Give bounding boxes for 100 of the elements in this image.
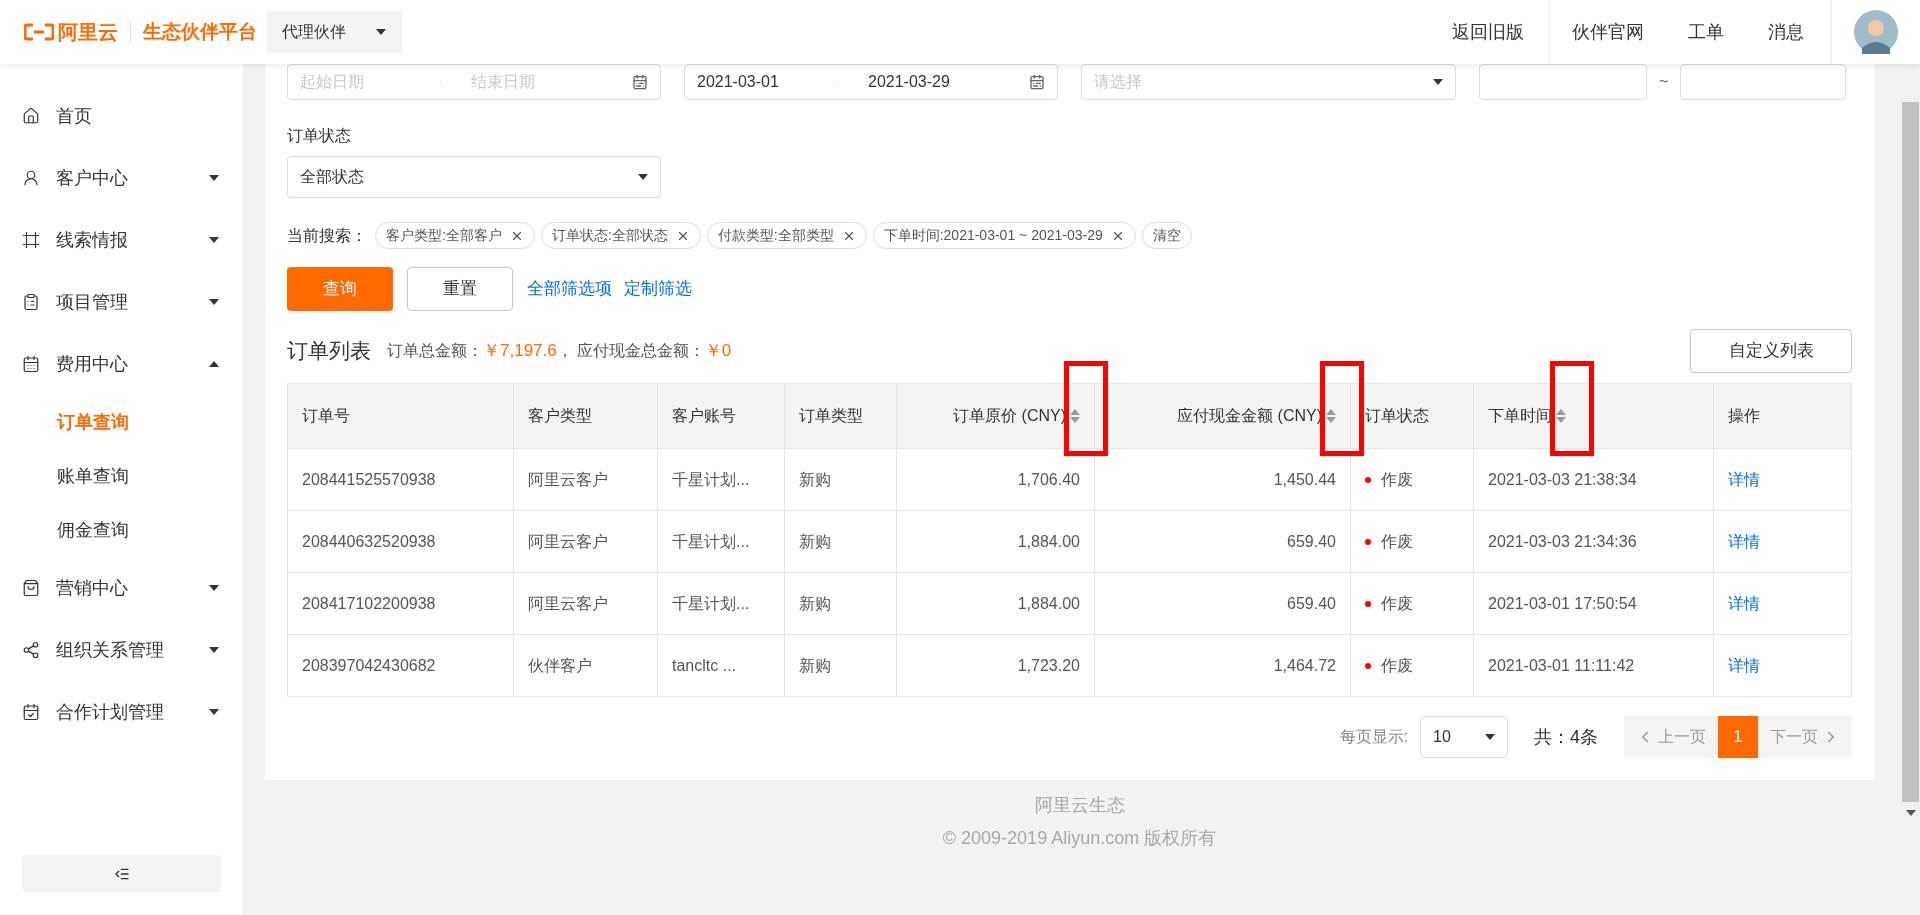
column-header[interactable]: 订单原价 (CNY) — [896, 383, 1095, 449]
sidebar-item[interactable]: 合作计划管理 — [0, 681, 243, 743]
sidebar-item[interactable]: 组织关系管理 — [0, 619, 243, 681]
table-cell: 1,464.72 — [1094, 634, 1351, 697]
total-label: 应付现金总金额： — [576, 341, 705, 361]
calendar-icon[interactable] — [1029, 74, 1045, 90]
table-cell: 659.40 — [1094, 572, 1351, 635]
section-title: 订单列表 — [287, 338, 371, 365]
avatar[interactable] — [1854, 10, 1898, 54]
sidebar-subitem[interactable]: 佣金查询 — [0, 503, 243, 557]
table-cell: 2021-03-03 21:34:36 — [1473, 510, 1714, 573]
sidebar-subitem[interactable]: 账单查询 — [0, 449, 243, 503]
end-date-input[interactable]: 2021-03-29 — [868, 73, 950, 90]
field-label: 订单状态 — [287, 126, 352, 146]
column-header[interactable]: 下单时间 — [1473, 383, 1714, 449]
sort-icon[interactable] — [1326, 409, 1336, 423]
start-date-input[interactable]: 2021-03-01 — [697, 73, 779, 90]
caret-down-icon — [209, 237, 219, 243]
filter-tag[interactable]: 客户类型:全部客户 — [375, 222, 535, 249]
table-cell: 新购 — [784, 634, 897, 697]
table-cell: 伙伴客户 — [513, 634, 658, 697]
header-link[interactable]: 返回旧版 — [1428, 18, 1548, 46]
range-min-input[interactable] — [1479, 64, 1647, 100]
table-cell: 千星计划... — [657, 448, 785, 511]
total-separator: ， — [556, 341, 573, 361]
column-header: 操作 — [1713, 383, 1852, 449]
customize-columns-button[interactable]: 自定义列表 — [1690, 329, 1852, 373]
reset-button[interactable]: 重置 — [407, 267, 513, 311]
sidebar-item[interactable]: 费用中心 — [0, 333, 243, 395]
list-icon — [22, 293, 40, 311]
column-header: 订单状态 — [1350, 383, 1474, 449]
table-cell: 2021-03-01 11:11:42 — [1473, 634, 1714, 697]
logo-icon — [24, 23, 54, 41]
caret-down-icon — [209, 175, 219, 181]
platform-title: 生态伙伴平台 — [143, 19, 257, 44]
status-select[interactable]: 全部状态 — [287, 156, 661, 198]
home-icon — [22, 107, 40, 125]
status-text: 作废 — [1381, 655, 1413, 676]
sidebar-item[interactable]: 营销中心 — [0, 557, 243, 619]
caret-up-icon — [209, 361, 219, 367]
filter-link[interactable]: 全部筛选项 — [527, 276, 612, 302]
column-header[interactable]: 应付现金金额 (CNY) — [1094, 383, 1351, 449]
footer-text: 阿里云生态 — [1034, 794, 1125, 817]
caret-down-icon — [209, 585, 219, 591]
calendar-check-icon — [22, 703, 40, 721]
header-link[interactable]: 消息 — [1746, 18, 1826, 46]
range-max-input[interactable] — [1680, 64, 1847, 100]
caret-down-icon — [638, 174, 648, 180]
page-size-label: 每页显示: — [1339, 727, 1408, 747]
table-cell: tancltc ... — [657, 634, 785, 697]
role-select[interactable]: 代理伙伴 — [266, 11, 402, 53]
sidebar-item[interactable]: 线索情报 — [0, 209, 243, 271]
details-link[interactable]: 详情 — [1713, 448, 1852, 511]
sort-icon[interactable] — [1556, 409, 1566, 423]
status-text: 作废 — [1381, 593, 1413, 614]
table-cell: 208440632520938 — [287, 510, 514, 573]
table-cell: 2021-03-03 21:38:34 — [1473, 448, 1714, 511]
caret-down-icon — [209, 709, 219, 715]
status-text: 作废 — [1381, 469, 1413, 490]
table-cell: 千星计划... — [657, 510, 785, 573]
total-value: ￥7,197.6 — [483, 340, 557, 363]
frame-icon — [22, 231, 40, 249]
header-link[interactable]: 工单 — [1666, 18, 1746, 46]
current-search-label: 当前搜索： — [287, 225, 367, 246]
page-size-select[interactable]: 10 — [1420, 716, 1508, 758]
sidebar-item[interactable]: 首页 — [0, 85, 243, 147]
scroll-down-icon[interactable] — [1905, 810, 1916, 816]
sidebar-item[interactable]: 客户中心 — [0, 147, 243, 209]
column-header: 订单类型 — [784, 383, 897, 449]
header-link[interactable]: 伙伴官网 — [1550, 18, 1666, 46]
date-range-field[interactable]: 2021-03-01 2021-03-29 — [684, 64, 1058, 100]
filter-link[interactable]: 定制筛选 — [624, 276, 692, 302]
caret-down-icon — [209, 299, 219, 305]
details-link[interactable]: 详情 — [1713, 510, 1852, 573]
details-link[interactable]: 详情 — [1713, 634, 1852, 697]
caret-down-icon — [376, 29, 386, 35]
total-value: ￥0 — [704, 340, 732, 363]
sort-icon[interactable] — [1070, 409, 1080, 423]
footer-text: © 2009-2019 Aliyun.com 版权所有 — [942, 827, 1217, 850]
status-text: 作废 — [1381, 531, 1413, 552]
table-cell: 新购 — [784, 448, 897, 511]
table-cell: 新购 — [784, 572, 897, 635]
table-cell: 阿里云客户 — [513, 510, 658, 573]
caret-down-icon — [1485, 734, 1495, 740]
table-cell: 1,450.44 — [1094, 448, 1351, 511]
table-cell: 208417102200938 — [287, 572, 514, 635]
table-cell: 1,884.00 — [896, 510, 1095, 573]
sidebar-item[interactable]: 项目管理 — [0, 271, 243, 333]
calendar-icon — [22, 355, 40, 373]
total-count: 共：4条 — [1534, 725, 1598, 749]
calendar-icon[interactable] — [632, 74, 648, 90]
table-cell: 208397042430682 — [287, 634, 514, 697]
range-separator: ~ — [1659, 72, 1669, 92]
share-icon — [22, 641, 40, 659]
details-link[interactable]: 详情 — [1713, 572, 1852, 635]
scrollbar-thumb[interactable] — [1902, 102, 1919, 802]
bag-icon — [22, 579, 40, 597]
caret-down-icon — [209, 647, 219, 653]
logo-text: 阿里云 — [58, 20, 118, 45]
person-icon — [22, 169, 40, 187]
